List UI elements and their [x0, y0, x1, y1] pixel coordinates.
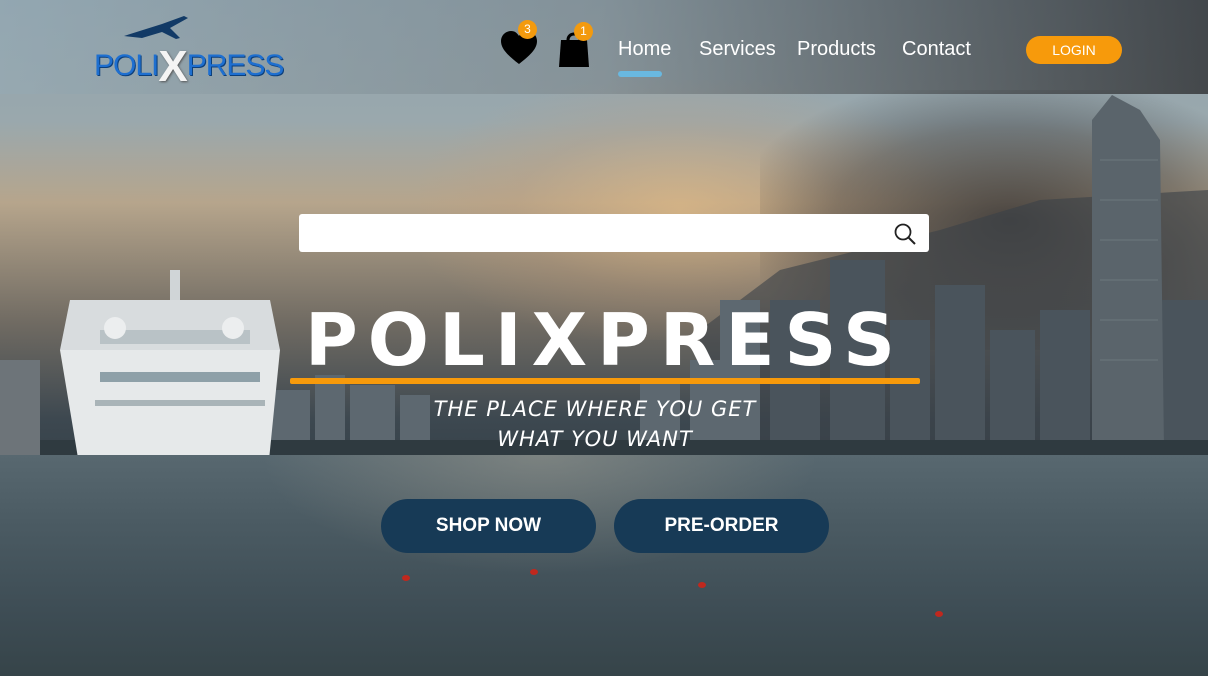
nav-link-contact[interactable]: Contact [902, 38, 971, 61]
wishlist-count-badge: 3 [518, 20, 537, 39]
search-input[interactable] [299, 214, 929, 252]
tagline-line-1: THE PLACE WHERE YOU GET [433, 397, 757, 421]
login-button[interactable]: LOGIN [1026, 36, 1122, 64]
buoy [935, 611, 943, 617]
hero-tagline: THE PLACE WHERE YOU GET WHAT YOU WANT [390, 394, 800, 454]
buoy [530, 569, 538, 575]
shop-now-button[interactable]: SHOP NOW [381, 499, 596, 553]
polixpress-logo[interactable]: POLIXPRESS [94, 16, 284, 91]
hero-title: POLIXPRESS [304, 298, 906, 382]
buoy [698, 582, 706, 588]
nav-link-products[interactable]: Products [797, 38, 876, 61]
cruise-ship [60, 270, 280, 482]
hero-section: POLIXPRESS 3 1 Home Services Products Co… [0, 0, 1208, 676]
buoy [402, 575, 410, 581]
nav-link-services[interactable]: Services [699, 38, 776, 61]
pre-order-button[interactable]: PRE-ORDER [614, 499, 829, 553]
active-nav-indicator [618, 71, 662, 77]
search-icon[interactable] [893, 222, 917, 246]
nav-link-home[interactable]: Home [618, 38, 671, 61]
title-underline [290, 378, 920, 384]
tagline-line-2: WHAT YOU WANT [497, 427, 693, 451]
cart-count-badge: 1 [574, 22, 593, 41]
top-navbar: POLIXPRESS 3 1 Home Services Products Co… [0, 0, 1208, 94]
logo-wordmark: POLIXPRESS [94, 42, 284, 91]
